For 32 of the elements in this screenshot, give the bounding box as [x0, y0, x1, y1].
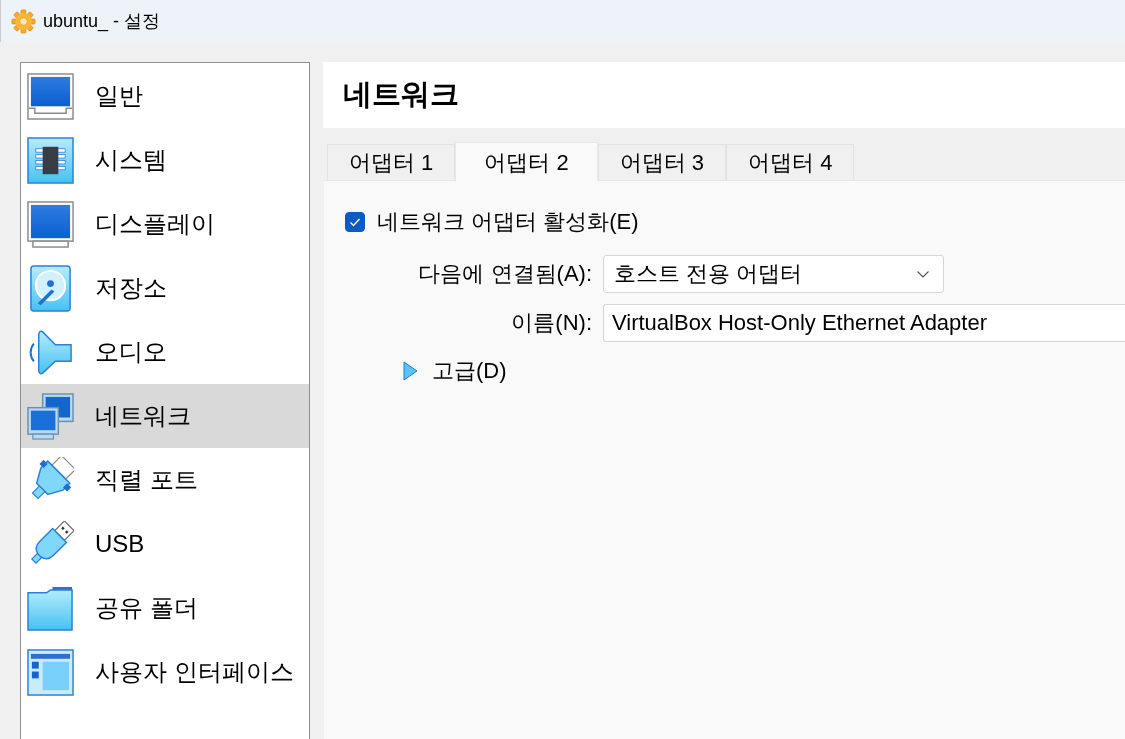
sidebar-item[interactable]: 디스플레이: [21, 192, 309, 256]
window-layout-icon: [27, 648, 74, 696]
two-monitors-icon: [27, 392, 74, 440]
tab[interactable]: 어댑터 4: [726, 144, 855, 180]
sidebar-item[interactable]: 저장소: [21, 256, 309, 320]
sidebar-item[interactable]: 일반: [21, 64, 309, 128]
field-label: 다음에 연결됨(A):: [417, 260, 592, 288]
monitor-icon: [27, 200, 74, 248]
tab[interactable]: 어댑터 1: [327, 144, 456, 180]
name-field[interactable]: VirtualBox Host-Only Ethernet Adapter: [603, 304, 1125, 342]
sidebar-item[interactable]: 오디오: [21, 320, 309, 384]
sidebar-item[interactable]: 직렬 포트: [21, 448, 309, 512]
folder-icon: [27, 584, 74, 632]
caret-icon: [917, 270, 929, 278]
sidebar-item[interactable]: 시스템: [21, 128, 309, 192]
sidebar-item[interactable]: 네트워크: [21, 384, 309, 448]
sidebar-item[interactable]: USB: [21, 512, 309, 576]
speaker-icon: [27, 328, 74, 376]
checkbox[interactable]: [345, 212, 365, 232]
gear-icon: [11, 8, 36, 34]
tab[interactable]: 어댑터 2: [455, 142, 598, 182]
advanced-toggle[interactable]: 고급(D): [402, 356, 507, 386]
sidebar-item[interactable]: 공유 폴더: [21, 576, 309, 640]
field-label: 이름(N):: [510, 309, 592, 337]
window-title: ubuntu_ - 설정: [43, 10, 161, 33]
chip-icon: [27, 136, 74, 184]
sidebar-item[interactable]: 사용자 인터페이스: [21, 640, 309, 704]
page-title: 네트워크: [343, 77, 459, 112]
dropdown[interactable]: 호스트 전용 어댑터: [603, 255, 944, 293]
screen-icon: [27, 72, 74, 120]
tab[interactable]: 어댑터 3: [597, 144, 727, 180]
checkbox-label[interactable]: 네트워크 어댑터 활성화(E): [377, 207, 639, 237]
